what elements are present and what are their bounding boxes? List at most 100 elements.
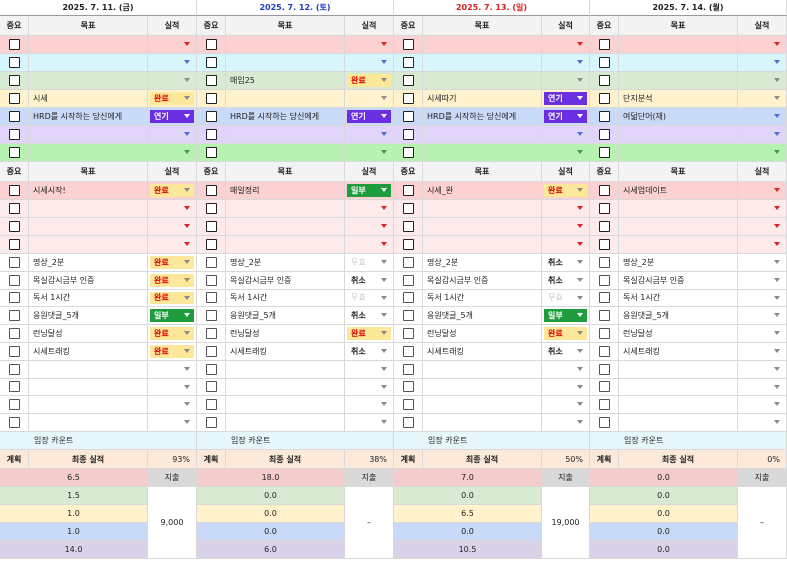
result-dropdown[interactable] — [345, 144, 394, 162]
result-dropdown[interactable] — [542, 36, 590, 54]
goal-cell[interactable]: 명상_2분 — [423, 254, 542, 272]
importance-checkbox[interactable] — [205, 363, 217, 375]
importance-cell[interactable] — [590, 108, 619, 126]
result-dropdown[interactable]: 무효 — [345, 254, 394, 272]
importance-checkbox[interactable] — [205, 75, 217, 86]
result-dropdown[interactable] — [738, 182, 787, 200]
importance-cell[interactable] — [0, 72, 29, 90]
importance-cell[interactable] — [590, 54, 619, 72]
importance-checkbox[interactable] — [598, 363, 610, 375]
goal-cell[interactable]: 런닝달성 — [226, 325, 345, 343]
importance-checkbox[interactable] — [598, 345, 610, 357]
result-dropdown[interactable] — [738, 108, 787, 126]
result-dropdown[interactable] — [148, 236, 197, 254]
importance-checkbox[interactable] — [598, 292, 610, 304]
importance-checkbox[interactable] — [205, 111, 217, 122]
importance-cell[interactable] — [394, 72, 423, 90]
result-dropdown[interactable]: 연기 — [542, 90, 590, 108]
goal-cell[interactable] — [423, 218, 542, 236]
importance-checkbox[interactable] — [8, 310, 20, 322]
goal-cell[interactable] — [29, 54, 148, 72]
goal-cell[interactable]: 응원댓글_5개 — [619, 307, 738, 326]
importance-cell[interactable] — [394, 325, 423, 343]
importance-cell[interactable] — [394, 108, 423, 126]
importance-checkbox[interactable] — [402, 185, 414, 196]
importance-checkbox[interactable] — [598, 310, 610, 322]
result-dropdown[interactable]: 일부 — [148, 307, 197, 326]
goal-cell[interactable]: 독서 1시간 — [423, 289, 542, 308]
importance-checkbox[interactable] — [205, 185, 217, 196]
goal-cell[interactable]: 매임25 — [226, 72, 345, 90]
importance-checkbox[interactable] — [402, 93, 414, 104]
importance-cell[interactable] — [394, 254, 423, 272]
importance-cell[interactable] — [0, 90, 29, 108]
goal-cell[interactable] — [619, 236, 738, 254]
result-dropdown[interactable] — [738, 378, 787, 397]
goal-cell[interactable] — [619, 218, 738, 236]
importance-checkbox[interactable] — [402, 363, 414, 375]
importance-cell[interactable] — [590, 360, 619, 379]
result-dropdown[interactable] — [345, 378, 394, 397]
goal-cell[interactable] — [619, 396, 738, 415]
importance-cell[interactable] — [590, 271, 619, 290]
result-dropdown[interactable] — [345, 90, 394, 108]
result-dropdown[interactable]: 무효 — [542, 289, 590, 308]
importance-cell[interactable] — [197, 378, 226, 397]
importance-cell[interactable] — [0, 144, 29, 162]
goal-cell[interactable] — [423, 126, 542, 144]
importance-cell[interactable] — [590, 200, 619, 218]
result-dropdown[interactable] — [345, 236, 394, 254]
importance-checkbox[interactable] — [598, 239, 610, 250]
result-dropdown[interactable]: 완료 — [148, 182, 197, 200]
goal-cell[interactable] — [423, 396, 542, 415]
importance-checkbox[interactable] — [402, 399, 414, 411]
result-dropdown[interactable] — [738, 72, 787, 90]
result-dropdown[interactable] — [738, 360, 787, 379]
goal-cell[interactable] — [226, 218, 345, 236]
result-dropdown[interactable]: 완료 — [345, 325, 394, 343]
goal-cell[interactable] — [619, 126, 738, 144]
importance-cell[interactable] — [590, 126, 619, 144]
importance-checkbox[interactable] — [205, 129, 217, 140]
result-dropdown[interactable] — [148, 378, 197, 397]
importance-checkbox[interactable] — [598, 147, 610, 158]
importance-checkbox[interactable] — [205, 274, 217, 286]
goal-cell[interactable] — [226, 144, 345, 162]
importance-checkbox[interactable] — [402, 381, 414, 393]
importance-cell[interactable] — [590, 182, 619, 200]
importance-cell[interactable] — [0, 396, 29, 415]
importance-checkbox[interactable] — [598, 328, 610, 340]
result-dropdown[interactable] — [738, 218, 787, 236]
goal-cell[interactable] — [226, 414, 345, 432]
importance-cell[interactable] — [590, 343, 619, 361]
goal-cell[interactable]: 시세트래킹 — [226, 343, 345, 361]
goal-cell[interactable] — [226, 200, 345, 218]
importance-cell[interactable] — [394, 36, 423, 54]
result-dropdown[interactable] — [345, 54, 394, 72]
importance-cell[interactable] — [394, 54, 423, 72]
importance-cell[interactable] — [197, 144, 226, 162]
result-dropdown[interactable] — [148, 396, 197, 415]
result-dropdown[interactable] — [738, 200, 787, 218]
importance-cell[interactable] — [590, 307, 619, 326]
goal-cell[interactable]: 시세트래킹 — [29, 343, 148, 361]
importance-checkbox[interactable] — [598, 185, 610, 196]
importance-cell[interactable] — [590, 218, 619, 236]
goal-cell[interactable]: 시세 — [29, 90, 148, 108]
result-dropdown[interactable]: 완료 — [345, 72, 394, 90]
result-dropdown[interactable] — [738, 254, 787, 272]
goal-cell[interactable]: HRD를 시작하는 당신에게 — [226, 108, 345, 126]
goal-cell[interactable] — [29, 72, 148, 90]
goal-cell[interactable]: 목실감시금부 인증 — [423, 271, 542, 290]
goal-cell[interactable]: 목실감시금부 인증 — [226, 271, 345, 290]
importance-cell[interactable] — [394, 271, 423, 290]
importance-checkbox[interactable] — [205, 310, 217, 322]
importance-checkbox[interactable] — [205, 221, 217, 232]
goal-cell[interactable]: 시세트래킹 — [423, 343, 542, 361]
importance-cell[interactable] — [0, 271, 29, 290]
importance-checkbox[interactable] — [8, 328, 20, 340]
importance-cell[interactable] — [0, 254, 29, 272]
result-dropdown[interactable] — [542, 218, 590, 236]
result-dropdown[interactable] — [738, 90, 787, 108]
importance-checkbox[interactable] — [8, 256, 20, 268]
